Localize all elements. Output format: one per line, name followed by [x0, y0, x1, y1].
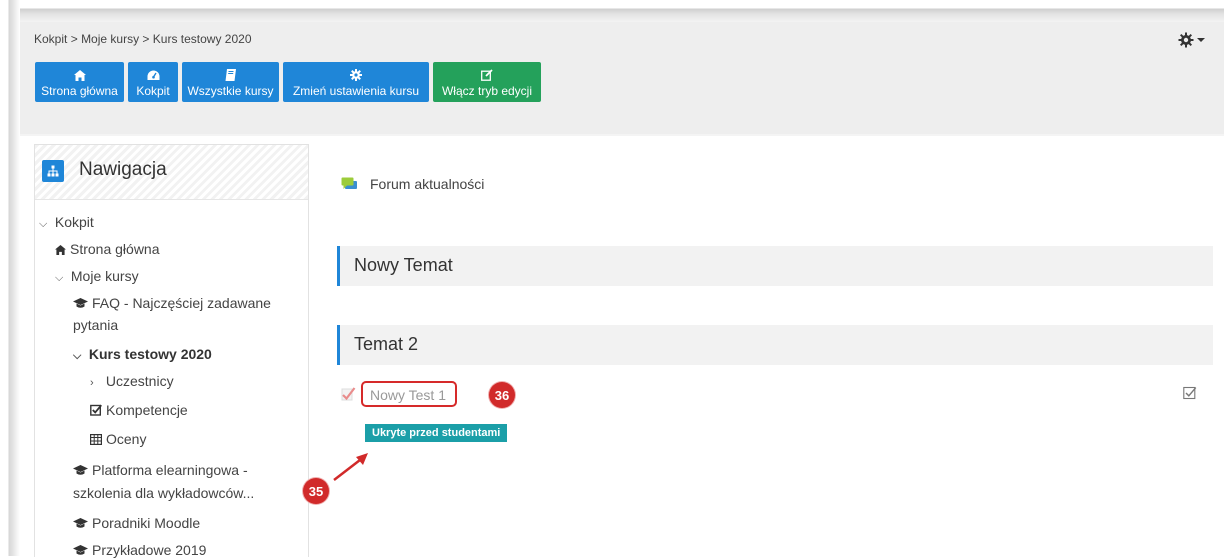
activity-link-quiz[interactable]: Nowy Test 1 [361, 381, 457, 407]
nav-item-home[interactable]: Strona główna [55, 241, 160, 257]
edit-mode-button-label: Włącz tryb edycji [441, 84, 533, 98]
graduation-cap-icon [73, 298, 88, 308]
forum-label: Forum aktualności [370, 176, 485, 192]
annotation-arrow [333, 453, 368, 481]
section-header-1: Nowy Temat [337, 246, 1213, 286]
home-button-label: Strona główna [41, 84, 118, 98]
dashboard-button-label: Kokpit [136, 84, 170, 98]
all-courses-button-label: Wszystkie kursy [187, 84, 274, 98]
chevron-down-icon [1197, 38, 1205, 42]
nav-item-course-faq[interactable]: FAQ - Najczęściej zadawane [73, 295, 271, 311]
gear-icon [1178, 32, 1194, 48]
course-settings-button-label: Zmień ustawienia kursu [292, 84, 420, 98]
dashboard-button[interactable]: Kokpit [128, 62, 178, 102]
nav-item-course-moodle-guides[interactable]: Poradniki Moodle [73, 515, 200, 531]
section-title: Temat 2 [354, 334, 419, 354]
dashboard-icon [147, 68, 160, 82]
course-settings-menu[interactable] [1178, 28, 1212, 52]
nav-item-kokpit[interactable]: ⌵ Kokpit [39, 214, 94, 231]
chevron-down-icon: ⌵ [39, 218, 48, 230]
home-button[interactable]: Strona główna [35, 62, 124, 102]
sitemap-icon [42, 160, 64, 182]
checkbox-icon [90, 404, 102, 416]
hidden-status-badge: Ukryte przed studentami [365, 424, 508, 442]
breadcrumb-item-moje-kursy[interactable]: Moje kursy [81, 32, 139, 46]
annotation-marker: 36 [489, 382, 515, 408]
chevron-right-icon: › [90, 377, 94, 389]
forum-icon [341, 177, 357, 189]
breadcrumb-separator: > [70, 32, 78, 46]
header-divider [20, 134, 1224, 136]
quiz-icon [341, 387, 356, 401]
table-icon [90, 434, 103, 446]
nav-item-course-elearning[interactable]: Platforma elearningowa - [73, 462, 248, 478]
graduation-cap-icon [73, 465, 88, 475]
navigation-header: Nawigacja [35, 145, 308, 200]
nav-item-course-elearning-line2[interactable]: szkolenia dla wykładowców... [73, 485, 254, 501]
breadcrumb-item-kokpit[interactable]: Kokpit [34, 32, 67, 46]
nav-item-participants[interactable]: › Uczestnicy [90, 373, 174, 389]
nav-item-competencies[interactable]: Kompetencje [90, 402, 188, 418]
book-icon [225, 68, 236, 82]
breadcrumb-item-current[interactable]: Kurs testowy 2020 [153, 32, 252, 46]
edit-mode-button[interactable]: Włącz tryb edycji [433, 62, 541, 102]
breadcrumb: Kokpit > Moje kursy > Kurs testowy 2020 [34, 32, 252, 46]
course-settings-button[interactable]: Zmień ustawienia kursu [283, 62, 429, 102]
page-header: Kokpit > Moje kursy > Kurs testowy 2020 … [20, 22, 1224, 134]
screenshot-frame-left [0, 0, 20, 556]
header-button-row: Strona główna Kokpit Wszystkie kursy Zmi… [35, 62, 541, 102]
graduation-cap-icon [73, 518, 88, 528]
home-icon [73, 68, 86, 82]
forum-activity[interactable]: Forum aktualności [341, 176, 484, 192]
chevron-down-icon: ⌵ [55, 272, 64, 284]
nav-item-grades[interactable]: Oceny [90, 431, 146, 447]
section-header-2: Temat 2 [337, 325, 1213, 365]
screenshot-frame-top [0, 0, 1224, 22]
graduation-cap-icon [73, 545, 88, 555]
cog-icon [350, 68, 362, 82]
annotation-marker: 35 [303, 478, 329, 504]
nav-item-current-course[interactable]: ⌵ Kurs testowy 2020 [73, 346, 212, 363]
nav-item-course-faq-line2[interactable]: pytania [73, 317, 118, 333]
nav-item-my-courses[interactable]: ⌵ Moje kursy [55, 268, 139, 285]
all-courses-button[interactable]: Wszystkie kursy [182, 62, 279, 102]
checkbox-icon [1183, 386, 1197, 400]
edit-icon [481, 68, 493, 82]
chevron-down-icon: ⌵ [73, 350, 82, 362]
navigation-title: Nawigacja [79, 159, 167, 180]
home-icon [55, 245, 66, 255]
section-title: Nowy Temat [354, 255, 453, 275]
